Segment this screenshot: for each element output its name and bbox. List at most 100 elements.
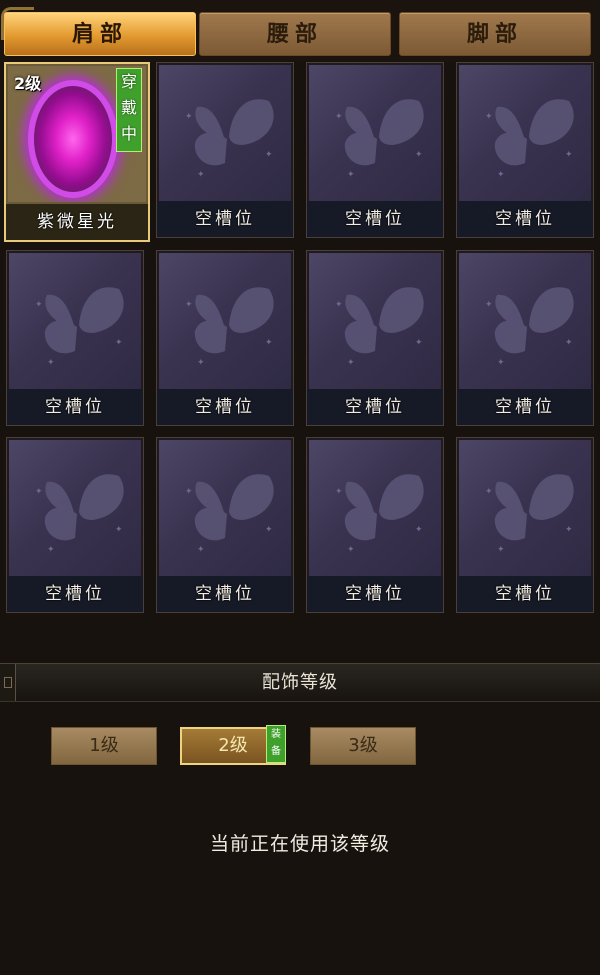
butterfly-icon: ✦ ✦ ✦	[335, 99, 424, 180]
slot-art: ✦ ✦ ✦	[459, 440, 591, 576]
butterfly-icon: ✦ ✦ ✦	[185, 287, 274, 368]
slot-art: ✦ ✦ ✦	[459, 253, 591, 389]
butterfly-icon: ✦ ✦ ✦	[485, 99, 574, 180]
slot-empty[interactable]: ✦ ✦ ✦ 空槽位	[156, 437, 294, 613]
slot-art: ✦ ✦ ✦	[9, 253, 141, 389]
svg-text:✦: ✦	[565, 338, 573, 348]
level-status-text: 当前正在使用该等级	[209, 833, 390, 855]
butterfly-icon: ✦ ✦ ✦	[35, 287, 124, 368]
slot-empty[interactable]: ✦ ✦ ✦ 空槽位	[156, 250, 294, 426]
svg-text:✦: ✦	[415, 525, 423, 535]
slot-equipped-item[interactable]: 2级 穿 戴 中 紫微星光	[4, 62, 150, 242]
svg-text:✦: ✦	[347, 545, 355, 555]
tab-shoulder[interactable]: 肩部	[1, 7, 196, 56]
equipped-level-tag: 装 备	[266, 725, 286, 763]
svg-text:✦: ✦	[185, 112, 193, 122]
butterfly-icon: ✦ ✦ ✦	[335, 474, 424, 555]
svg-text:✦: ✦	[47, 358, 55, 368]
slot-name: 空槽位	[157, 389, 293, 425]
section-title: 配饰等级	[262, 672, 338, 693]
butterfly-icon: ✦ ✦ ✦	[485, 474, 574, 555]
tab-label: 肩部	[71, 22, 128, 47]
slot-name: 空槽位	[457, 576, 593, 612]
slot-art: ✦ ✦ ✦	[159, 65, 291, 201]
svg-text:✦: ✦	[197, 170, 205, 180]
svg-text:✦: ✦	[347, 170, 355, 180]
level-1-button[interactable]: 1级	[51, 727, 157, 765]
svg-text:✦: ✦	[565, 150, 573, 160]
butterfly-icon: ✦ ✦ ✦	[35, 474, 124, 555]
svg-text:✦: ✦	[265, 150, 273, 160]
accessory-slot-grid: 2级 穿 戴 中 紫微星光 ✦ ✦ ✦ 空槽位 ✦ ✦ ✦ 空槽位 ✦ ✦ ✦ 空槽位 ✦ ✦…	[0, 62, 600, 622]
slot-empty[interactable]: ✦ ✦ ✦ 空槽位	[6, 250, 144, 426]
svg-text:✦: ✦	[497, 358, 505, 368]
slot-empty[interactable]: ✦ ✦ ✦ 空槽位	[6, 437, 144, 613]
svg-text:✦: ✦	[565, 525, 573, 535]
slot-empty[interactable]: ✦ ✦ ✦ 空槽位	[306, 437, 444, 613]
level-label: 2级	[218, 735, 248, 756]
svg-text:✦: ✦	[35, 487, 43, 497]
purple-orb-icon	[28, 80, 118, 198]
slot-art: ✦ ✦ ✦	[159, 440, 291, 576]
slot-empty[interactable]: ✦ ✦ ✦ 空槽位	[306, 250, 444, 426]
tab-label: 脚部	[466, 22, 523, 47]
slot-name: 空槽位	[157, 201, 293, 237]
svg-text:✦: ✦	[485, 487, 493, 497]
slot-art: ✦ ✦ ✦	[309, 253, 441, 389]
svg-text:✦: ✦	[497, 545, 505, 555]
equipped-status-tag: 穿 戴 中	[116, 68, 142, 152]
slot-empty[interactable]: ✦ ✦ ✦ 空槽位	[306, 62, 444, 238]
slot-name: 空槽位	[457, 389, 593, 425]
butterfly-icon: ✦ ✦ ✦	[185, 474, 274, 555]
accessory-level-header: 配饰等级	[0, 663, 600, 702]
level-label: 3级	[348, 735, 378, 756]
level-3-button[interactable]: 3级	[310, 727, 416, 765]
tab-feet[interactable]: 脚部	[399, 12, 591, 56]
svg-text:✦: ✦	[35, 300, 43, 310]
slot-name: 空槽位	[307, 389, 443, 425]
svg-text:✦: ✦	[265, 525, 273, 535]
butterfly-icon: ✦ ✦ ✦	[185, 99, 274, 180]
level-label: 1级	[89, 735, 119, 756]
svg-text:✦: ✦	[47, 545, 55, 555]
slot-name: 空槽位	[157, 576, 293, 612]
slot-empty[interactable]: ✦ ✦ ✦ 空槽位	[456, 62, 594, 238]
svg-text:✦: ✦	[115, 525, 123, 535]
butterfly-icon: ✦ ✦ ✦	[335, 287, 424, 368]
slot-empty[interactable]: ✦ ✦ ✦ 空槽位	[156, 62, 294, 238]
slot-name: 紫微星光	[6, 204, 148, 240]
slot-art: ✦ ✦ ✦	[459, 65, 591, 201]
slot-art: ✦ ✦ ✦	[309, 440, 441, 576]
tab-waist[interactable]: 腰部	[199, 12, 391, 56]
slot-empty[interactable]: ✦ ✦ ✦ 空槽位	[456, 437, 594, 613]
slot-name: 空槽位	[457, 201, 593, 237]
slot-name: 空槽位	[307, 201, 443, 237]
svg-text:✦: ✦	[335, 112, 343, 122]
slot-art: ✦ ✦ ✦	[309, 65, 441, 201]
svg-text:✦: ✦	[185, 487, 193, 497]
slot-empty[interactable]: ✦ ✦ ✦ 空槽位	[456, 250, 594, 426]
svg-text:✦: ✦	[415, 338, 423, 348]
svg-text:✦: ✦	[197, 358, 205, 368]
slot-art: ✦ ✦ ✦	[9, 440, 141, 576]
svg-text:✦: ✦	[497, 170, 505, 180]
slot-art: ✦ ✦ ✦	[159, 253, 291, 389]
slot-name: 空槽位	[7, 576, 143, 612]
svg-text:✦: ✦	[335, 300, 343, 310]
item-art: 2级 穿 戴 中	[8, 66, 146, 202]
svg-text:✦: ✦	[197, 545, 205, 555]
svg-text:✦: ✦	[185, 300, 193, 310]
svg-text:✦: ✦	[485, 112, 493, 122]
svg-text:✦: ✦	[485, 300, 493, 310]
tab-label: 腰部	[266, 22, 323, 47]
svg-text:✦: ✦	[347, 358, 355, 368]
butterfly-icon: ✦ ✦ ✦	[485, 287, 574, 368]
slot-name: 空槽位	[307, 576, 443, 612]
svg-text:✦: ✦	[115, 338, 123, 348]
category-tabs: 肩部 腰部 脚部	[0, 0, 600, 62]
svg-text:✦: ✦	[415, 150, 423, 160]
slot-name: 空槽位	[7, 389, 143, 425]
svg-text:✦: ✦	[335, 487, 343, 497]
item-level-badge: 2级	[14, 74, 42, 93]
svg-text:✦: ✦	[265, 338, 273, 348]
